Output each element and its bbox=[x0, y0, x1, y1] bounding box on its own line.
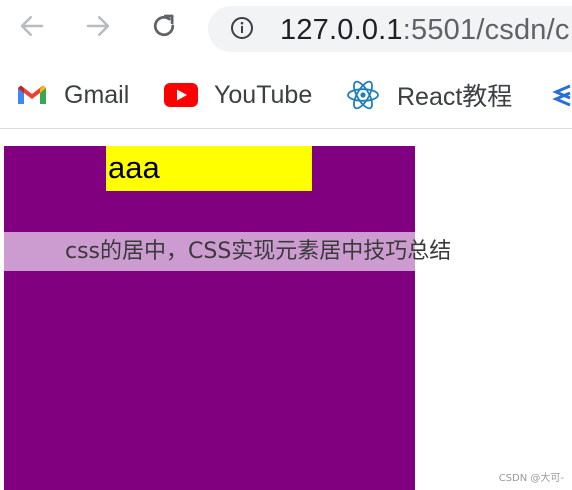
bookmark-label: React教程 bbox=[397, 83, 513, 111]
bookmark-gmail[interactable]: Gmail bbox=[16, 62, 129, 128]
bookmark-youtube[interactable]: YouTube bbox=[164, 62, 312, 128]
page-content: aaa bbox=[0, 129, 572, 490]
bookmark-label: Gmail bbox=[64, 80, 130, 109]
gmail-icon bbox=[18, 85, 46, 104]
bookmark-label: YouTube bbox=[214, 80, 313, 109]
yellow-centered-box: aaa bbox=[106, 146, 312, 191]
yellow-box-text: aaa bbox=[108, 150, 160, 185]
youtube-icon bbox=[164, 83, 198, 107]
reload-icon bbox=[153, 14, 175, 37]
purple-container: aaa bbox=[4, 146, 415, 490]
forward-button[interactable] bbox=[80, 8, 116, 44]
browser-window: 127.0.0.1:5501/csdn/c Gmail YouTube Reac… bbox=[0, 0, 572, 490]
bookmark-overflow[interactable] bbox=[550, 62, 572, 128]
arrow-right-icon bbox=[86, 16, 110, 36]
watermark-credit: CSDN @大可- bbox=[498, 473, 564, 484]
address-bar[interactable]: 127.0.0.1:5501/csdn/c bbox=[208, 6, 572, 52]
reload-button[interactable] bbox=[146, 8, 182, 44]
arrow-left-icon bbox=[20, 16, 44, 36]
browser-toolbar: 127.0.0.1:5501/csdn/c bbox=[0, 0, 572, 60]
bookmarks-bar: Gmail YouTube React教程 bbox=[0, 62, 572, 129]
back-button[interactable] bbox=[14, 8, 50, 44]
url-host: 127.0.0.1 bbox=[280, 14, 403, 46]
article-title: css的居中，CSS实现元素居中技巧总结 bbox=[65, 239, 452, 264]
article-title-banner: css的居中，CSS实现元素居中技巧总结 bbox=[0, 232, 572, 271]
react-icon bbox=[347, 80, 379, 110]
url-path: :5501/csdn/c bbox=[402, 14, 570, 46]
stack-icon bbox=[552, 84, 571, 107]
bookmark-react[interactable]: React教程 bbox=[345, 62, 512, 128]
info-icon[interactable] bbox=[230, 16, 254, 40]
url-text[interactable]: 127.0.0.1:5501/csdn/c bbox=[280, 10, 570, 50]
